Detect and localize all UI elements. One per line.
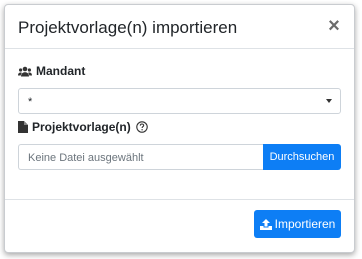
import-dialog: Projektvorlage(n) importieren × Mandant … — [4, 4, 355, 253]
users-icon — [18, 66, 32, 77]
mandant-select[interactable]: * — [18, 88, 341, 114]
footer-divider — [5, 199, 354, 200]
browse-button[interactable]: Durchsuchen — [263, 144, 341, 170]
page-canvas: Projektvorlage(n) importieren × Mandant … — [0, 0, 362, 259]
chevron-down-icon — [326, 99, 332, 103]
mandant-selected-value: * — [28, 96, 33, 108]
file-icon — [18, 121, 28, 133]
upload-icon — [259, 218, 272, 230]
mandant-label-row: Mandant — [18, 64, 85, 78]
projektvorlage-label: Projektvorlage(n) — [32, 120, 131, 134]
close-button[interactable]: × — [324, 16, 344, 36]
file-input-placeholder: Keine Datei ausgewählt — [28, 152, 144, 164]
question-circle-icon[interactable] — [135, 121, 148, 133]
mandant-label: Mandant — [36, 64, 86, 78]
projektvorlage-label-row: Projektvorlage(n) — [18, 120, 148, 134]
import-button-label: Importieren — [274, 217, 336, 231]
dialog-header: Projektvorlage(n) importieren × — [5, 5, 354, 49]
import-button[interactable]: Importieren — [254, 210, 341, 238]
dialog-title: Projektvorlage(n) importieren — [18, 18, 238, 37]
file-input[interactable]: Keine Datei ausgewählt — [18, 144, 263, 170]
